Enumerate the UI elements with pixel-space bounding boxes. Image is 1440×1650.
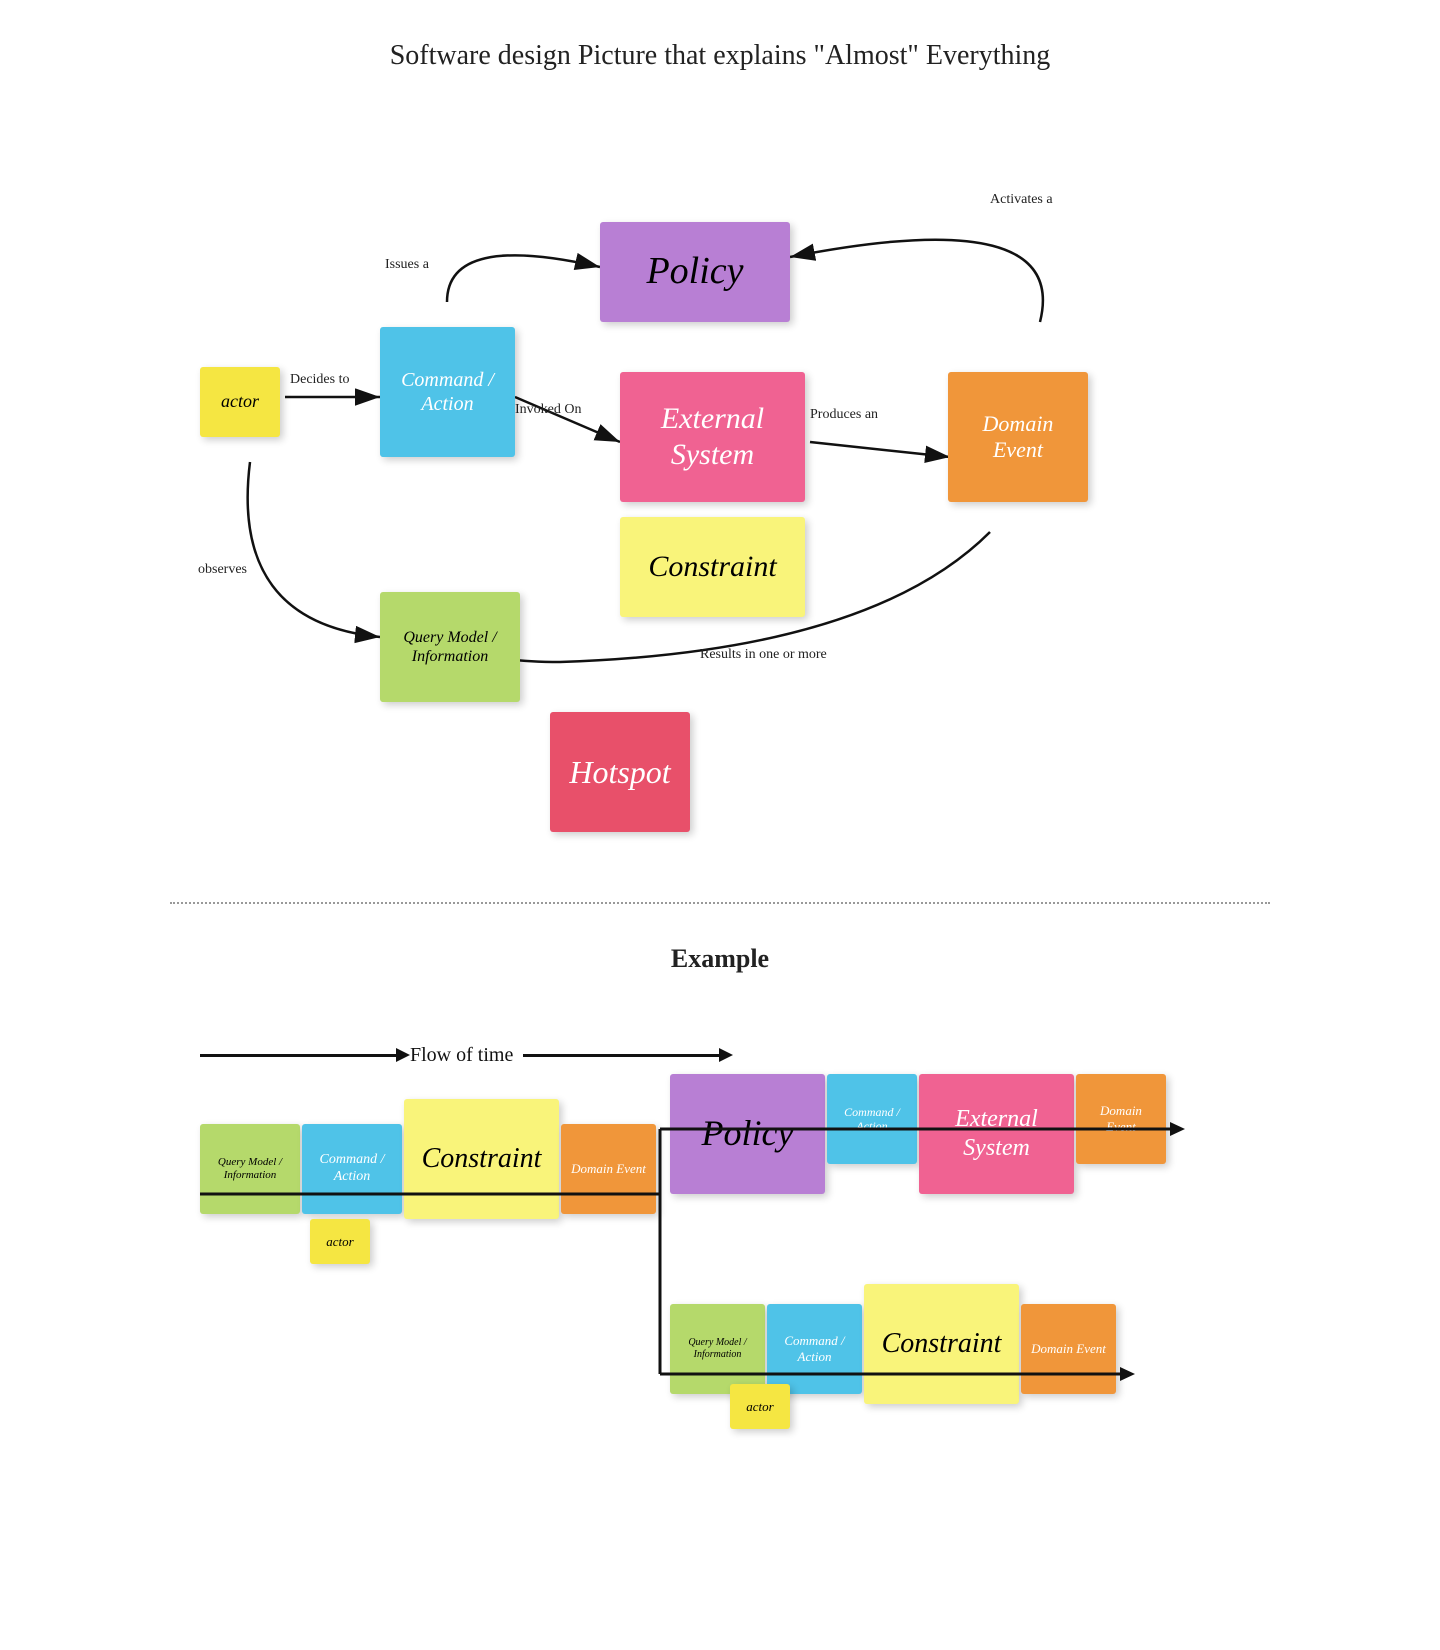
policy-sticky: Policy [600, 222, 790, 322]
decides-to-label: Decides to [290, 372, 349, 388]
produces-an-label: Produces an [810, 407, 878, 423]
timeline-line [200, 1054, 400, 1057]
activates-a-label: Activates a [990, 192, 1053, 208]
section-divider [170, 902, 1270, 904]
ex-query-model-1: Query Model / Information [200, 1124, 300, 1214]
diagram-section: Decides to Invoked On Issues a Produces … [170, 102, 1270, 882]
hotspot-sticky: Hotspot [550, 712, 690, 832]
ex-constraint-2: Constraint [864, 1284, 1019, 1404]
issues-a-label: Issues a [385, 257, 429, 273]
ex-actor-2: actor [730, 1384, 790, 1429]
ex-domain-event-3: Domain Event [1021, 1304, 1116, 1394]
ex-actor-1: actor [310, 1219, 370, 1264]
ex-external-system-1: External System [919, 1074, 1074, 1194]
ex-command-1: Command / Action [302, 1124, 402, 1214]
example-section: Flow of time Query Model / Information C… [170, 1004, 1270, 1604]
ex-constraint-1: Constraint [404, 1099, 559, 1219]
ex-domain-event-1: Domain Event [561, 1124, 656, 1214]
query-model-sticky: Query Model / Information [380, 592, 520, 702]
timeline-line2 [523, 1054, 723, 1057]
ex-command-2: Command / Action [827, 1074, 917, 1164]
domain-event-sticky: Domain Event [948, 372, 1088, 502]
constraint-sticky: Constraint [620, 517, 805, 617]
flow-label: Flow of time [410, 1044, 513, 1067]
command-action-sticky: Command / Action [380, 327, 515, 457]
invoked-on-label: Invoked On [515, 402, 582, 418]
ex-command-3: Command / Action [767, 1304, 862, 1394]
observes-label: observes [198, 562, 247, 578]
actor-sticky: actor [200, 367, 280, 437]
external-system-sticky: External System [620, 372, 805, 502]
results-in-label: Results in one or more [700, 647, 827, 663]
ex-domain-event-2: Domain Event [1076, 1074, 1166, 1164]
ex-query-model-2: Query Model / Information [670, 1304, 765, 1394]
ex-policy-1: Policy [670, 1074, 825, 1194]
flow-of-time: Flow of time [200, 1044, 723, 1067]
example-title: Example [0, 924, 1440, 1004]
page-title: Software design Picture that explains "A… [0, 0, 1440, 102]
